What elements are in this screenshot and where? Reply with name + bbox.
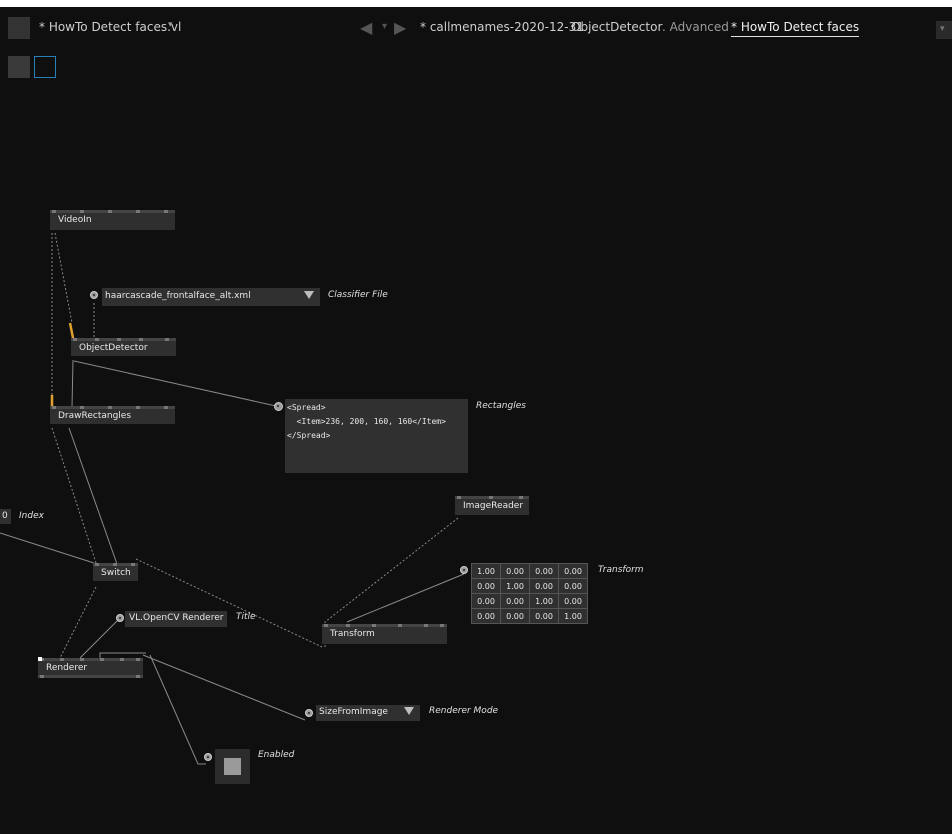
matrix-cell[interactable]: 0.00 xyxy=(529,578,559,594)
rectangles-line-2: <Item>236, 200, 160, 160</Item> xyxy=(287,417,446,426)
classifier-file-chevron-down-icon[interactable] xyxy=(304,291,314,299)
matrix-cell[interactable]: 0.00 xyxy=(558,578,588,594)
matrix-row: 1.00 0.00 0.00 0.00 xyxy=(471,563,588,579)
enabled-caption: Enabled xyxy=(258,750,295,760)
matrix-row: 0.00 1.00 0.00 0.00 xyxy=(471,578,588,594)
node-switch[interactable]: Switch xyxy=(93,563,138,581)
transform-caption: Transform xyxy=(598,565,644,575)
node-renderer[interactable]: Renderer xyxy=(38,658,143,678)
link-title-renderer xyxy=(79,617,121,659)
node-renderer-label: Renderer xyxy=(46,663,88,673)
matrix-cell[interactable]: 1.00 xyxy=(500,578,530,594)
rectangles-caption: Rectangles xyxy=(476,401,526,411)
node-imagereader-label: ImageReader xyxy=(463,501,524,511)
link-videoin-objectdetector xyxy=(54,232,73,324)
title-pin[interactable] xyxy=(116,614,124,622)
matrix-cell[interactable]: 0.00 xyxy=(471,593,501,609)
index-value: 0 xyxy=(2,511,8,521)
link-renderer-enabled xyxy=(149,654,206,765)
matrix-cell[interactable]: 0.00 xyxy=(500,593,530,609)
rectangles-line-1: <Spread> xyxy=(287,403,326,412)
node-imagereader[interactable]: ImageReader xyxy=(455,496,529,515)
rectangles-output: <Spread> <Item>236, 200, 160, 160</Item>… xyxy=(285,399,468,473)
patch-canvas[interactable]: * HowTo Detect faces.vl ▾ ◀ ▾ ▶ * callme… xyxy=(0,7,952,834)
node-drawrectangles[interactable]: DrawRectangles xyxy=(50,406,175,424)
classifier-file-value: haarcascade_frontalface_alt.xml xyxy=(105,291,251,301)
matrix-cell[interactable]: 0.00 xyxy=(500,563,530,579)
node-switch-label: Switch xyxy=(101,568,131,578)
enabled-toggle[interactable] xyxy=(215,749,250,784)
link-renderer-mode xyxy=(142,654,306,721)
matrix-cell[interactable]: 0.00 xyxy=(529,563,559,579)
node-videoin-label: VideoIn xyxy=(58,215,92,225)
title-input[interactable]: VL.OpenCV Renderer xyxy=(125,611,227,627)
link-transform-input xyxy=(346,573,465,623)
rectangles-pin[interactable] xyxy=(274,402,283,411)
link-index-switch xyxy=(0,532,95,564)
link-drawrectangles-switch xyxy=(68,427,118,565)
renderer-selection-handle[interactable] xyxy=(38,657,42,661)
matrix-row: 0.00 0.00 1.00 0.00 xyxy=(471,593,588,609)
matrix-row: 0.00 0.00 0.00 1.00 xyxy=(471,608,588,624)
node-transform-label: Transform xyxy=(330,629,375,639)
matrix-cell[interactable]: 1.00 xyxy=(471,563,501,579)
title-caption: Title xyxy=(236,612,256,622)
enabled-pin[interactable] xyxy=(204,753,212,761)
node-objectdetector-label: ObjectDetector xyxy=(79,343,148,353)
node-drawrectangles-label: DrawRectangles xyxy=(58,411,132,421)
matrix-cell[interactable]: 0.00 xyxy=(471,608,501,624)
classifier-file-pin[interactable] xyxy=(90,291,98,299)
renderer-mode-value: SizeFromImage xyxy=(319,707,388,717)
matrix-cell[interactable]: 1.00 xyxy=(529,593,559,609)
matrix-cell[interactable]: 0.00 xyxy=(558,593,588,609)
matrix-cell[interactable]: 0.00 xyxy=(529,608,559,624)
link-drawrectangles-switch-dashed xyxy=(51,427,97,564)
node-objectdetector[interactable]: ObjectDetector xyxy=(71,338,176,356)
classifier-file-caption: Classifier File xyxy=(328,290,388,300)
classifier-file-dropdown[interactable]: haarcascade_frontalface_alt.xml xyxy=(102,288,320,306)
link-objectdetector-drawrectangles xyxy=(71,359,74,408)
renderer-mode-pin[interactable] xyxy=(305,709,313,717)
renderer-mode-chevron-down-icon[interactable] xyxy=(404,707,414,715)
enabled-toggle-square-icon xyxy=(224,758,241,775)
matrix-cell[interactable]: 1.00 xyxy=(558,608,588,624)
transform-input-pin[interactable] xyxy=(460,566,468,574)
matrix-cell[interactable]: 0.00 xyxy=(500,608,530,624)
index-caption: Index xyxy=(19,511,44,521)
node-transform[interactable]: Transform xyxy=(322,624,447,644)
link-switch-transform xyxy=(135,558,323,648)
rectangles-line-3: </Spread> xyxy=(287,431,331,440)
title-value: VL.OpenCV Renderer xyxy=(129,613,224,623)
renderer-mode-dropdown[interactable]: SizeFromImage xyxy=(316,705,420,721)
index-input[interactable]: 0 xyxy=(0,509,11,524)
transform-matrix[interactable]: 1.00 0.00 0.00 0.00 0.00 1.00 0.00 0.00 0.00 0.00… xyxy=(471,563,588,624)
link-objectdetector-rectangles xyxy=(73,360,277,407)
matrix-cell[interactable]: 0.00 xyxy=(558,563,588,579)
node-videoin[interactable]: VideoIn xyxy=(50,210,175,230)
renderer-mode-caption: Renderer Mode xyxy=(429,706,499,716)
matrix-cell[interactable]: 0.00 xyxy=(471,578,501,594)
